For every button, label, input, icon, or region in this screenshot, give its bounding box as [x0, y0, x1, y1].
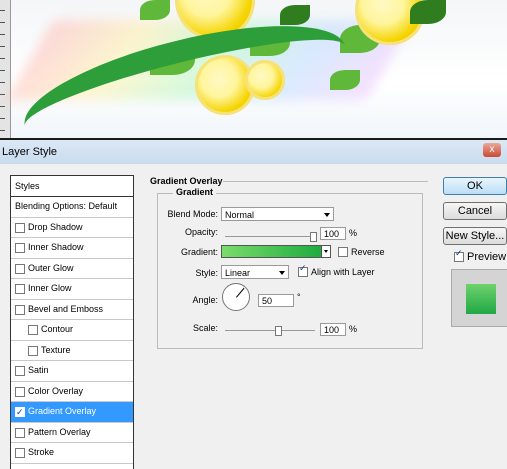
- checkbox[interactable]: [15, 386, 25, 397]
- preview-swatch: [466, 284, 496, 314]
- dialog-title: Layer Style: [2, 146, 58, 158]
- checkbox[interactable]: [15, 427, 25, 438]
- canvas-artwork: [0, 0, 507, 138]
- style-item-label: Gradient Overlay: [28, 406, 97, 416]
- style-label: Style:: [195, 268, 218, 278]
- checkbox[interactable]: [15, 304, 25, 315]
- style-item-label: Color Overlay: [28, 385, 84, 396]
- style-item-label: Inner Glow: [28, 283, 72, 293]
- style-item-label: Inner Shadow: [28, 242, 84, 252]
- scale-input[interactable]: 100: [320, 323, 346, 336]
- style-item-outer-glow[interactable]: Outer Glow: [11, 259, 133, 279]
- new-style-button[interactable]: New Style...: [443, 227, 507, 245]
- style-item-contour[interactable]: Contour: [11, 320, 133, 341]
- styles-header[interactable]: Styles: [11, 176, 133, 197]
- divider: [223, 181, 428, 182]
- gradient-overlay-panel: Gradient Overlay Gradient Blend Mode: No…: [150, 176, 430, 468]
- scale-unit: %: [349, 324, 358, 334]
- preview-checkbox[interactable]: [454, 248, 464, 262]
- angle-input[interactable]: 50: [258, 294, 294, 307]
- leaf: [410, 0, 446, 24]
- angle-dial-hand: [236, 287, 245, 298]
- style-item-label: Texture: [41, 344, 71, 355]
- opacity-label: Opacity:: [184, 227, 218, 237]
- leaf: [140, 0, 170, 20]
- ok-button[interactable]: OK: [443, 177, 507, 195]
- blend-mode-label: Blend Mode:: [167, 209, 218, 219]
- gradient-picker[interactable]: [221, 245, 322, 258]
- chevron-down-icon: [279, 271, 285, 275]
- angle-unit: °: [297, 292, 301, 302]
- checkbox[interactable]: [28, 345, 38, 356]
- style-item-label: Pattern Overlay: [28, 426, 91, 437]
- style-item-label: Bevel and Emboss: [28, 303, 104, 314]
- slider-thumb[interactable]: [275, 326, 282, 336]
- preview-label: Preview: [467, 251, 507, 263]
- checkbox[interactable]: [28, 325, 38, 335]
- checkbox[interactable]: [15, 403, 25, 422]
- angle-dial[interactable]: [222, 283, 250, 311]
- style-item-bevel-emboss[interactable]: Bevel and Emboss: [11, 300, 133, 320]
- opacity-slider[interactable]: [225, 232, 317, 242]
- checkbox[interactable]: [15, 243, 25, 253]
- chevron-down-icon: [324, 213, 330, 217]
- style-item-label: Drop Shadow: [28, 221, 83, 232]
- blend-mode-value: Normal: [225, 210, 255, 220]
- style-item-label: Satin: [28, 365, 49, 375]
- checkbox[interactable]: [15, 284, 25, 294]
- style-item-satin[interactable]: Satin: [11, 361, 133, 382]
- vertical-ruler: [0, 0, 11, 138]
- blend-mode-select[interactable]: Normal: [221, 207, 334, 221]
- leaf: [330, 70, 360, 90]
- opacity-unit: %: [349, 228, 358, 238]
- style-select[interactable]: Linear: [221, 265, 289, 279]
- style-item-blending-options[interactable]: Blending Options: Default: [11, 197, 133, 218]
- align-with-layer-label: Align with Layer: [311, 267, 375, 277]
- style-item-gradient-overlay[interactable]: Gradient Overlay: [11, 402, 133, 423]
- gradient-group: Gradient Blend Mode: Normal Opacity: 100…: [157, 187, 423, 349]
- checkbox[interactable]: [15, 263, 25, 274]
- angle-label: Angle:: [192, 295, 218, 305]
- style-item-texture[interactable]: Texture: [11, 341, 133, 361]
- align-with-layer-checkbox[interactable]: [298, 263, 308, 277]
- style-item-inner-shadow[interactable]: Inner Shadow: [11, 238, 133, 259]
- style-item-label: Contour: [41, 324, 74, 334]
- checkbox[interactable]: [15, 448, 25, 458]
- dialog-titlebar: Layer Style x: [0, 138, 507, 164]
- style-value: Linear: [225, 268, 251, 278]
- style-item-drop-shadow[interactable]: Drop Shadow: [11, 218, 133, 238]
- preview-box: [451, 269, 507, 327]
- style-item-color-overlay[interactable]: Color Overlay: [11, 382, 133, 402]
- cancel-button[interactable]: Cancel: [443, 202, 507, 220]
- leaf: [280, 5, 310, 25]
- section-title: Gradient Overlay: [150, 176, 223, 186]
- style-item-label: Stroke: [28, 447, 55, 457]
- style-item-label: Outer Glow: [28, 262, 74, 273]
- reverse-label: Reverse: [351, 247, 385, 257]
- scale-label: Scale:: [192, 323, 218, 333]
- style-item-inner-glow[interactable]: Inner Glow: [11, 279, 133, 300]
- styles-list: Styles Blending Options: Default Drop Sh…: [10, 175, 134, 469]
- close-icon[interactable]: x: [483, 143, 501, 157]
- reverse-checkbox[interactable]: [338, 247, 348, 257]
- style-item-pattern-overlay[interactable]: Pattern Overlay: [11, 423, 133, 443]
- style-item-label: Blending Options: Default: [15, 201, 118, 211]
- checkbox[interactable]: [15, 222, 25, 233]
- scale-slider[interactable]: [225, 326, 315, 336]
- style-item-stroke[interactable]: Stroke: [11, 443, 133, 464]
- opacity-input[interactable]: 100: [320, 227, 346, 240]
- gradient-label: Gradient:: [180, 247, 218, 257]
- slider-thumb[interactable]: [310, 232, 317, 242]
- checkbox[interactable]: [15, 366, 25, 376]
- group-title: Gradient: [173, 187, 217, 197]
- gradient-dropdown[interactable]: [321, 245, 331, 258]
